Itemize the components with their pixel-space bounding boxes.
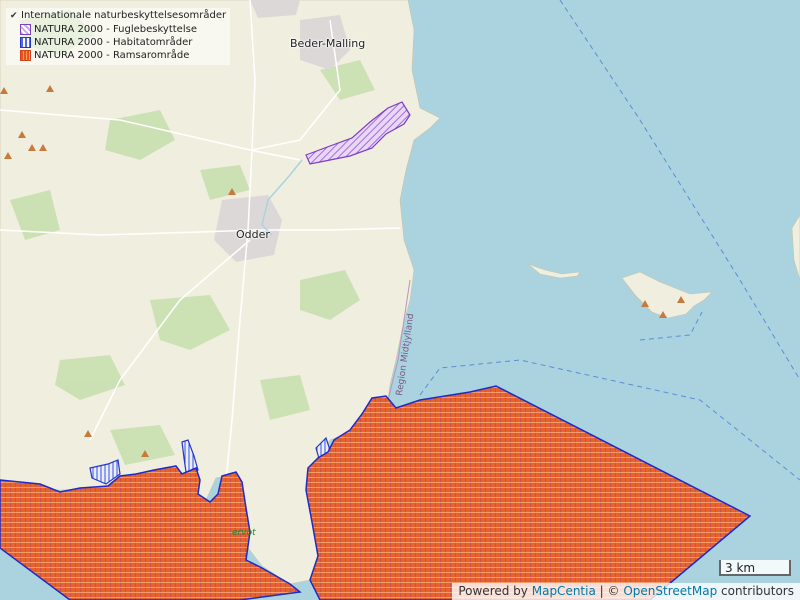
mapcentia-link[interactable]: MapCentia: [532, 584, 596, 598]
hatch-swatch-icon: [20, 50, 31, 61]
attribution-separator: | ©: [599, 584, 620, 598]
reserve-label: ervot: [232, 528, 256, 538]
legend-item-label: NATURA 2000 - Habitatområder: [34, 37, 193, 48]
legend-item-label: NATURA 2000 - Ramsarområde: [34, 50, 190, 61]
openstreetmap-link[interactable]: OpenStreetMap: [623, 584, 717, 598]
map-legend: ✔ Internationale naturbeskyttelsesområde…: [6, 8, 231, 65]
legend-item-habitat[interactable]: NATURA 2000 - Habitatområder: [20, 37, 226, 48]
attribution-suffix: contributors: [721, 584, 794, 598]
town-label-beder-malling: Beder-Malling: [290, 37, 366, 50]
legend-item-ramsar[interactable]: NATURA 2000 - Ramsarområde: [20, 50, 226, 61]
legend-group-label: Internationale naturbeskyttelsesområder: [21, 10, 227, 21]
scale-bar: 3 km: [719, 560, 791, 576]
legend-item-label: NATURA 2000 - Fuglebeskyttelse: [34, 24, 197, 35]
legend-item-fuglebeskyttelse[interactable]: NATURA 2000 - Fuglebeskyttelse: [20, 24, 226, 35]
attribution-prefix: Powered by: [458, 584, 528, 598]
attribution: Powered by MapCentia | © OpenStreetMap c…: [452, 583, 800, 600]
hatch-swatch-icon: [20, 24, 31, 35]
map-canvas[interactable]: [0, 0, 800, 600]
checkmark-icon[interactable]: ✔: [10, 11, 18, 20]
hatch-swatch-icon: [20, 37, 31, 48]
legend-group[interactable]: ✔ Internationale naturbeskyttelsesområde…: [10, 10, 226, 21]
town-label-odder: Odder: [236, 228, 270, 241]
